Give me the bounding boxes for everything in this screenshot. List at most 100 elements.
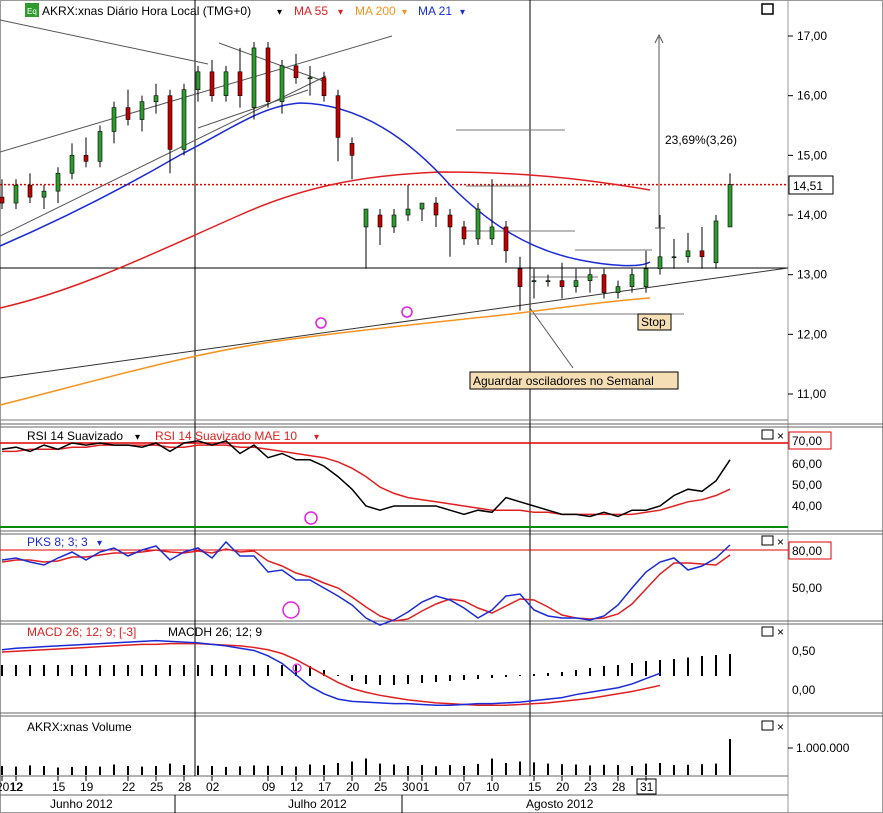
symbol-label[interactable]: AKRX:xnas Diário Hora Local (TMG+0) — [42, 4, 251, 18]
candle-body — [97, 131, 103, 162]
rsi-mae-dropdown-icon[interactable]: ▾ — [314, 432, 319, 443]
candle-body — [181, 89, 187, 150]
price-tick-label: 16,00 — [797, 89, 827, 103]
candle-body — [321, 77, 327, 96]
candle-body — [489, 226, 495, 240]
rsi-tick-label: 60,00 — [792, 457, 822, 471]
rsi-high-badge: 70,00 — [788, 431, 832, 450]
current-price-label: 14,51 — [793, 179, 823, 193]
candle-body — [223, 71, 229, 96]
rsi-maximize-icon[interactable] — [761, 429, 774, 440]
candle-body — [0, 196, 5, 204]
candle-body — [293, 65, 299, 79]
candle-body — [615, 286, 621, 293]
candle-body — [13, 184, 19, 204]
ma200-label[interactable]: MA 200 — [355, 4, 396, 18]
candle-body — [195, 71, 201, 91]
macd-tick-label: 0,00 — [792, 683, 816, 697]
price-tick-label: 13,00 — [797, 268, 827, 282]
volume-tick-label: 1.000.000 — [796, 741, 850, 755]
candle-body — [587, 274, 593, 281]
candle-body — [237, 71, 243, 96]
rsi-tick-label: 70,00 — [792, 434, 822, 448]
rsi-title[interactable]: RSI 14 Suavizado — [27, 429, 123, 443]
candle-body — [125, 107, 131, 120]
x-tick-label: 15 — [52, 780, 66, 794]
pks-maximize-icon[interactable] — [761, 535, 774, 546]
candle-body — [713, 220, 719, 264]
rsi-mae-title[interactable]: RSI 14 Suavizado MAE 10 — [155, 429, 297, 443]
candle-body — [685, 250, 691, 258]
ma200-dropdown-icon[interactable]: ▾ — [402, 7, 407, 18]
candle-body — [517, 268, 523, 287]
x-tick-label: 22 — [122, 780, 136, 794]
candle-body — [41, 190, 47, 198]
candle-body — [699, 250, 705, 258]
pks-tick-label: 50,00 — [792, 581, 822, 595]
pks-high-badge: 80,00 — [788, 541, 832, 560]
pks-title[interactable]: PKS 8; 3; 3 — [27, 535, 88, 549]
macd-close-icon[interactable]: × — [777, 625, 784, 639]
maximize-icon[interactable] — [761, 3, 774, 15]
x-tick-label: 09 — [262, 780, 276, 794]
macd-title[interactable]: MACD 26; 12; 9; [-3] — [27, 625, 136, 639]
x-tick-label: 12 — [290, 780, 304, 794]
x-tick-label: 30 — [402, 780, 416, 794]
volume-maximize-icon[interactable] — [761, 720, 774, 731]
candle-body — [153, 95, 159, 102]
ma55-dropdown-icon[interactable]: ▾ — [338, 7, 343, 18]
volume-title[interactable]: AKRX:xnas Volume — [27, 720, 132, 734]
x-tick-label: 25 — [150, 780, 164, 794]
candle-body — [83, 155, 89, 162]
rsi-close-icon[interactable]: × — [777, 429, 784, 443]
pks-dropdown-icon[interactable]: ▾ — [97, 538, 102, 549]
eq-icon-label: Eq — [27, 7, 37, 16]
x-tick-label: 17 — [318, 780, 332, 794]
candle-body — [545, 280, 551, 282]
rsi-dropdown-icon[interactable]: ▾ — [135, 432, 140, 443]
macd-maximize-icon[interactable] — [761, 626, 774, 637]
x-tick-label: 02 — [206, 780, 220, 794]
candle-body — [55, 172, 61, 192]
wait-badge: Aguardar osciladores no Semanal — [469, 371, 679, 390]
rsi-tick-label: 40,00 — [792, 499, 822, 513]
x-tick-label: 01 — [416, 780, 430, 794]
candle-body — [377, 214, 383, 228]
symbol-dropdown-icon[interactable]: ▾ — [277, 7, 282, 18]
ma55-label[interactable]: MA 55 — [294, 4, 328, 18]
pks-close-icon[interactable]: × — [777, 535, 784, 549]
candle-body — [167, 95, 173, 150]
ma21-dropdown-icon[interactable]: ▾ — [460, 7, 465, 18]
x-tick-label: 12 — [10, 780, 24, 794]
candle-body — [629, 274, 635, 287]
candle-body — [419, 202, 425, 210]
candle-body — [139, 101, 145, 120]
price-tick-label: 12,00 — [797, 327, 827, 341]
candle-body — [363, 208, 369, 228]
chart-canvas: Eq AKRX:xnas Diário Hora Local (TMG+0) ▾… — [0, 0, 883, 813]
candle-body — [671, 256, 677, 259]
x-tick-label: 28 — [178, 780, 192, 794]
month-label: Junho 2012 — [50, 797, 113, 811]
x-tick-label: 28 — [612, 780, 626, 794]
volume-close-icon[interactable]: × — [777, 720, 784, 734]
price-tick-label: 17,00 — [797, 29, 827, 43]
candle-body — [111, 107, 117, 132]
month-label: Agosto 2012 — [526, 797, 594, 811]
month-label: Julho 2012 — [288, 797, 347, 811]
ma21-label[interactable]: MA 21 — [418, 4, 452, 18]
candle-body — [447, 214, 453, 228]
candle-body — [265, 47, 271, 102]
macd-hist-title[interactable]: MACDH 26; 12; 9 — [168, 625, 262, 639]
candle-body — [405, 208, 411, 216]
candle-body — [573, 280, 579, 287]
macd-tick-label: 0,50 — [792, 644, 816, 658]
candle-body — [531, 280, 537, 282]
x-tick-label: 20 — [346, 780, 360, 794]
x-tick-label: 23 — [584, 780, 598, 794]
price-tick-label: 15,00 — [797, 148, 827, 162]
candle-body — [503, 226, 509, 252]
candle-body — [601, 274, 607, 293]
candle-body — [209, 71, 215, 96]
candle-body — [643, 268, 649, 287]
